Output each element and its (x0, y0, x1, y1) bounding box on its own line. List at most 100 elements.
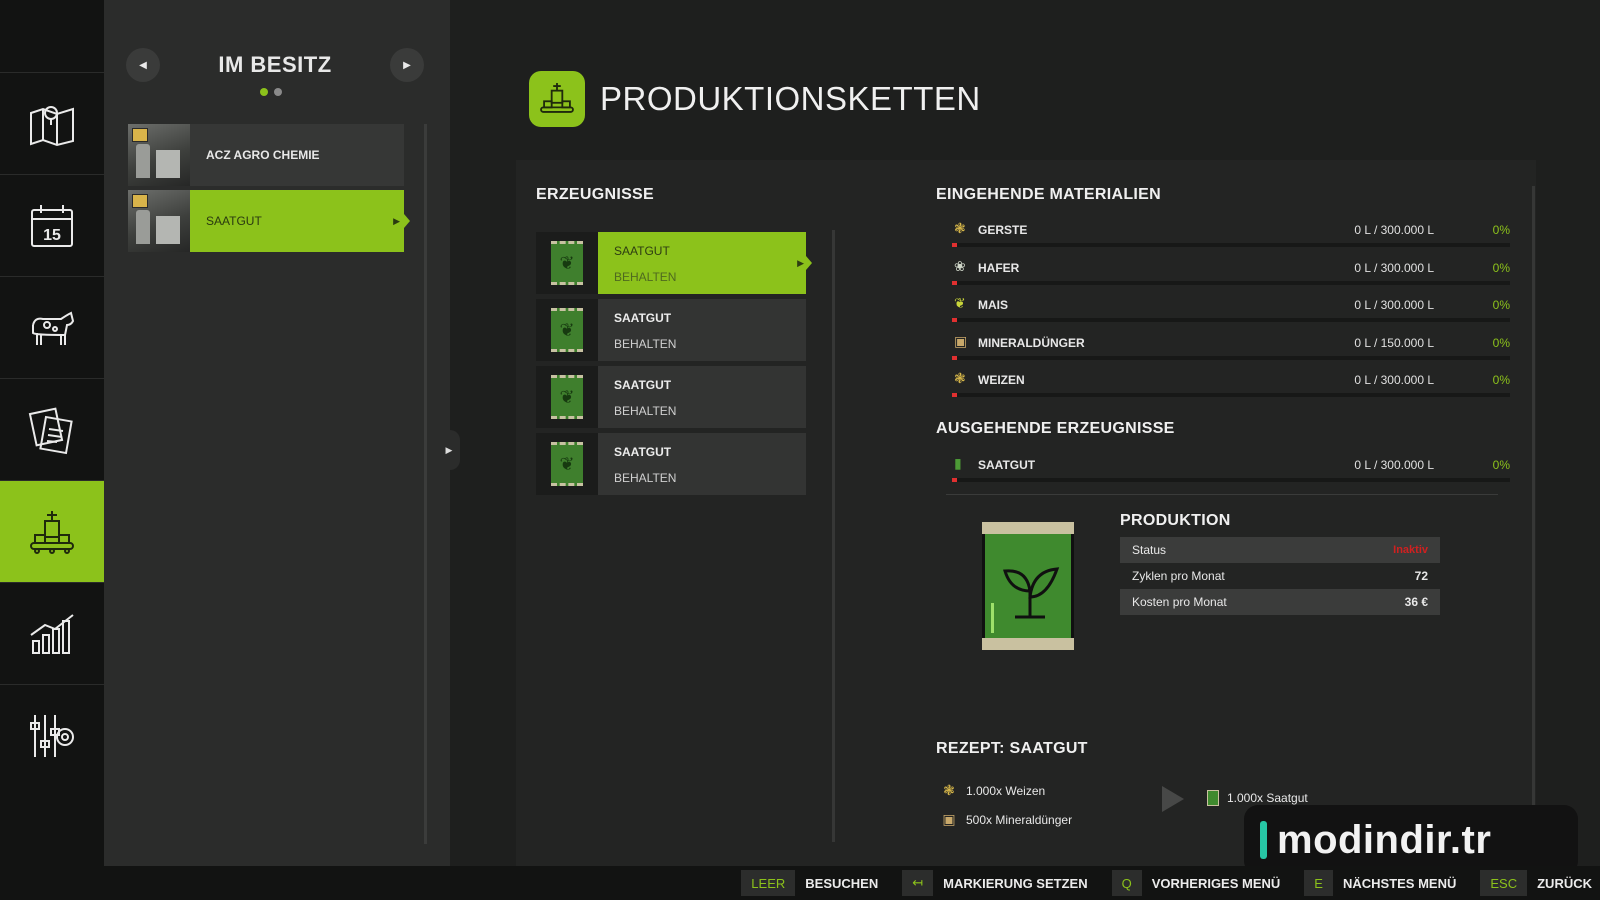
calendar-day: 15 (43, 227, 61, 244)
product-mode: BEHALTEN (614, 404, 677, 418)
fill-level (952, 478, 957, 482)
rail-item-production[interactable] (0, 480, 111, 582)
incoming-row-mineralduenger: ▣ MINERALDÜNGER 0 L / 150.000 L 0% (946, 328, 1510, 366)
page-indicator (260, 88, 282, 96)
sprout-icon (1003, 567, 1060, 619)
material-amount: 0 L / 150.000 L (1354, 335, 1434, 350)
main-menu-rail: 15 (0, 0, 111, 866)
material-amount: 0 L / 300.000 L (1354, 223, 1434, 237)
previous-page-button[interactable]: ◀ (126, 48, 160, 82)
products-list: ❦ SAATGUT BEHALTEN ▶ ❦ SAATGUT BEHALTEN ❦ … (536, 232, 812, 500)
status-row: Status Inaktiv (1120, 537, 1440, 563)
fill-level-bar (952, 478, 1510, 482)
owned-item-label: ACZ AGRO CHEMIE (206, 148, 320, 162)
collapse-panel-button[interactable]: ▶ (438, 430, 460, 470)
key-back[interactable]: ESC (1480, 870, 1528, 896)
owned-item-acz-agro-chemie[interactable]: ACZ AGRO CHEMIE (128, 124, 404, 186)
outgoing-heading: AUSGEHENDE ERZEUGNISSE (936, 420, 1175, 437)
corn-icon: ❦ (954, 295, 966, 311)
recipe-inputs: ❃ 1.000x Weizen ▣ 500x Mineraldünger (940, 776, 1072, 834)
key-visit[interactable]: LEER (741, 870, 796, 896)
fertilizer-icon: ▣ (942, 811, 956, 827)
production-icon (30, 510, 74, 554)
key-next-menu[interactable]: E (1304, 870, 1333, 896)
watermark-text: modindir.tr (1277, 817, 1492, 862)
product-item[interactable]: ❦ SAATGUT BEHALTEN (536, 299, 806, 361)
product-mode: BEHALTEN (614, 270, 677, 284)
material-amount: 0 L / 300.000 L (1354, 260, 1434, 275)
set-marker-button[interactable]: MARKIERUNG SETZEN (943, 876, 1087, 891)
costs-label: Kosten pro Monat (1132, 595, 1227, 609)
product-image: ❦ (536, 299, 598, 361)
product-image: ❦ (536, 433, 598, 495)
product-name: SAATGUT (614, 311, 672, 325)
key-previous-menu[interactable]: Q (1111, 870, 1142, 896)
key-set-marker[interactable]: ↤ (902, 870, 934, 896)
owned-list: ACZ AGRO CHEMIE SAATGUT ▶ (128, 124, 410, 256)
incoming-row-mais: ❦ MAIS 0 L / 300.000 L 0% (946, 290, 1510, 328)
owned-scrollbar[interactable] (424, 124, 427, 844)
recipe-input: ❃ 1.000x Weizen (940, 776, 1072, 805)
fertilizer-icon: ▣ (954, 332, 968, 349)
wheat-icon: ❃ (943, 782, 955, 798)
material-percent: 0% (1492, 298, 1510, 312)
incoming-row-gerste: ❃ GERSTE 0 L / 300.000 L 0% (946, 215, 1510, 253)
recipe-input-text: 500x Mineraldünger (966, 812, 1073, 827)
rail-item-map[interactable] (0, 72, 104, 174)
fill-level-bar (952, 243, 1510, 247)
owned-panel: ◀ IM BESITZ ▶ ACZ AGRO CHEMIE SAATGUT ▶ (104, 0, 450, 866)
rail-item-statistics[interactable] (0, 582, 104, 684)
rail-item-animals[interactable] (0, 276, 104, 378)
seed-bag-icon: ❦ (551, 308, 583, 352)
production-thumbnail (128, 190, 190, 252)
material-name: WEIZEN (978, 373, 1025, 387)
statistics-icon (30, 613, 74, 654)
calendar-icon: 15 (31, 204, 73, 247)
rail-item-settings[interactable] (0, 684, 104, 786)
material-percent: 0% (1492, 223, 1510, 237)
page-dot-2[interactable] (274, 88, 282, 96)
footer-controls: LEER BESUCHEN ↤ MARKIERUNG SETZEN Q VORH… (0, 866, 1600, 900)
material-amount: 0 L / 300.000 L (1354, 373, 1434, 387)
watermark-bar (1260, 821, 1267, 859)
cycles-label: Zyklen pro Monat (1132, 569, 1225, 583)
visit-button[interactable]: BESUCHEN (805, 876, 878, 891)
previous-menu-button[interactable]: VORHERIGES MENÜ (1152, 876, 1281, 891)
material-name: MINERALDÜNGER (978, 335, 1085, 350)
incoming-heading: EINGEHENDE MATERIALIEN (936, 186, 1161, 203)
recipe-output-text: 1.000x Saatgut (1227, 791, 1308, 805)
cycles-value: 72 (1414, 569, 1428, 583)
rail-item-contracts[interactable] (0, 378, 104, 480)
page-dot-1[interactable] (260, 88, 268, 96)
fill-level (952, 355, 957, 360)
oat-icon: ❀ (954, 257, 966, 274)
material-amount: 0 L / 300.000 L (1354, 298, 1434, 312)
back-button[interactable]: ZURÜCK (1537, 876, 1592, 891)
rail-item-calendar[interactable]: 15 (0, 174, 104, 276)
production-thumbnail (128, 124, 190, 186)
next-menu-button[interactable]: NÄCHSTES MENÜ (1343, 876, 1456, 891)
recipe-heading: REZEPT: SAATGUT (936, 740, 1088, 757)
cow-icon (32, 311, 75, 345)
production-level-meter (991, 603, 994, 633)
products-scrollbar[interactable] (832, 230, 835, 842)
status-label: Status (1132, 543, 1167, 557)
fill-level (952, 393, 957, 397)
fill-level (952, 243, 957, 247)
recipe-output: 1.000x Saatgut (1207, 790, 1308, 806)
fill-level-bar (952, 318, 1510, 322)
material-name: GERSTE (978, 223, 1028, 237)
owned-item-label: SAATGUT (190, 190, 404, 252)
product-item[interactable]: ❦ SAATGUT BEHALTEN (536, 366, 806, 428)
product-image: ❦ (536, 232, 598, 294)
product-amount: 0 L / 300.000 L (1354, 458, 1434, 472)
product-item[interactable]: ❦ SAATGUT BEHALTEN ▶ (536, 232, 812, 294)
details-scrollbar[interactable] (1532, 186, 1535, 826)
fill-level (952, 280, 957, 285)
incoming-row-weizen: ❃ WEIZEN 0 L / 300.000 L 0% (946, 365, 1510, 403)
product-name: SAATGUT (614, 244, 670, 258)
seed-bag-large-icon (982, 522, 1074, 650)
owned-item-saatgut[interactable]: SAATGUT ▶ (128, 190, 410, 252)
product-item[interactable]: ❦ SAATGUT BEHALTEN (536, 433, 806, 495)
next-page-button[interactable]: ▶ (390, 48, 424, 82)
